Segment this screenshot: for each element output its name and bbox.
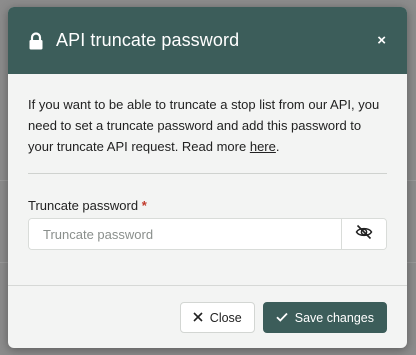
truncate-password-input[interactable] xyxy=(29,219,341,249)
eye-slash-icon xyxy=(355,224,373,245)
close-icon[interactable]: × xyxy=(377,32,386,49)
intro-text: If you want to be able to truncate a sto… xyxy=(28,94,387,174)
modal-body: If you want to be able to truncate a sto… xyxy=(8,74,407,286)
save-changes-button[interactable]: Save changes xyxy=(262,302,387,333)
intro-period: . xyxy=(275,139,280,154)
toggle-visibility-button[interactable] xyxy=(341,219,386,249)
modal-title: API truncate password xyxy=(56,30,240,50)
password-input-group xyxy=(28,218,387,250)
label-text: Truncate password xyxy=(28,198,139,213)
intro-sentence: If you want to be able to truncate a sto… xyxy=(28,97,380,154)
lock-icon xyxy=(28,31,44,50)
close-button[interactable]: Close xyxy=(179,302,255,333)
read-more-link[interactable]: here xyxy=(250,139,276,154)
close-button-label: Close xyxy=(209,310,242,325)
required-marker: * xyxy=(141,198,147,213)
save-button-label: Save changes xyxy=(294,310,374,325)
truncate-password-modal: API truncate password × If you want to b… xyxy=(8,7,407,348)
truncate-password-label: Truncate password * xyxy=(28,198,387,213)
x-icon xyxy=(193,310,203,325)
modal-header: API truncate password × xyxy=(8,7,407,74)
modal-footer: Close Save changes xyxy=(179,302,387,333)
check-icon xyxy=(276,310,288,325)
